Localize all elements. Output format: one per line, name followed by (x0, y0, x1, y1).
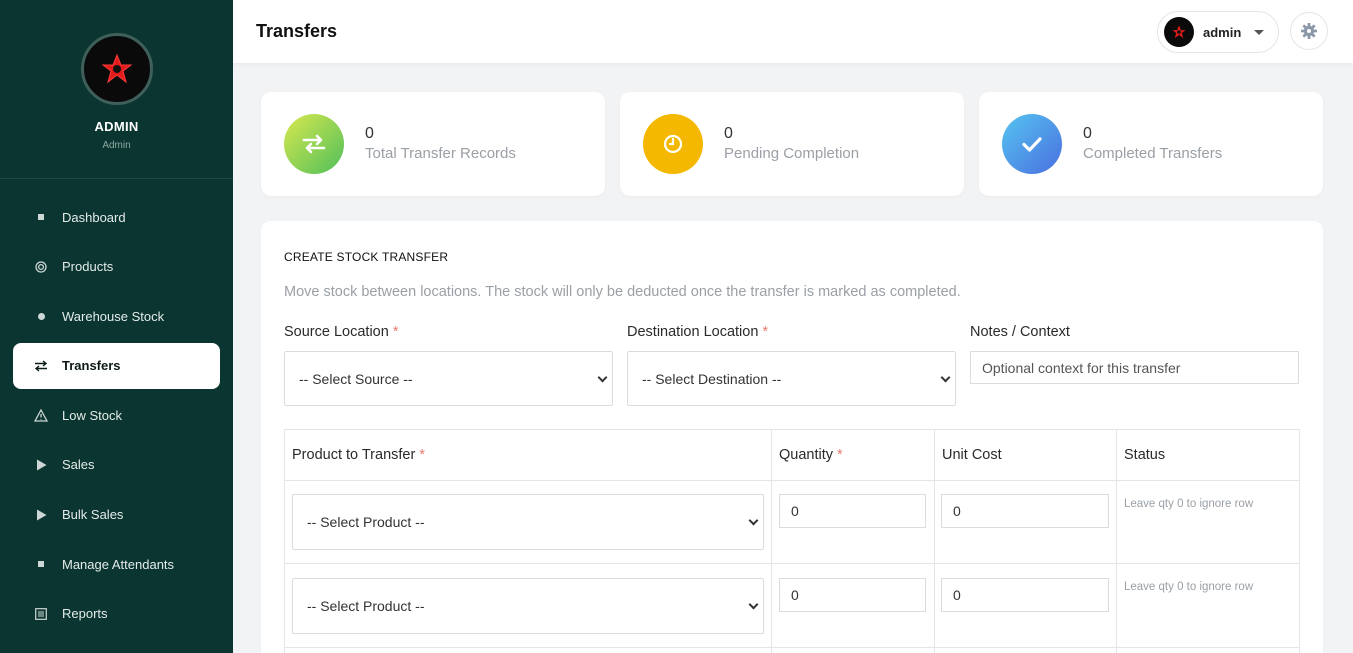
product-select[interactable]: -- Select Product -- (292, 494, 764, 550)
square-dot-icon (34, 561, 48, 568)
chevron-down-icon (597, 372, 608, 382)
target-icon (34, 260, 48, 273)
quantity-cell: 0 (771, 480, 934, 563)
star-logo-icon (1172, 25, 1186, 39)
source-location-label: Source Location * (284, 324, 399, 340)
page-title: Transfers (256, 21, 338, 41)
warning-triangle-icon (34, 408, 48, 422)
sidebar-item-sales[interactable]: Sales (13, 442, 220, 488)
table-row: -- Select Product -- (284, 480, 771, 563)
star-logo-icon (101, 53, 132, 84)
sidebar-item-low-stock[interactable]: Low Stock (13, 392, 220, 438)
table-row (1116, 647, 1300, 653)
table-row (771, 647, 934, 653)
sidebar-item-manage-attendants[interactable]: Manage Attendants (13, 541, 220, 587)
unit-cost-input[interactable]: 0 (941, 494, 1109, 528)
unit-cost-cell: 0 (934, 480, 1116, 563)
username: admin (1203, 24, 1242, 40)
sidebar-item-reports[interactable]: Reports (13, 591, 220, 637)
sidebar-item-label: Manage Attendants (62, 556, 175, 572)
stat-value: 0 (1083, 125, 1092, 142)
table-row: -- Select Product -- (284, 563, 771, 647)
sidebar-item-warehouse-stock[interactable]: Warehouse Stock (13, 293, 220, 339)
unit-cost-input[interactable]: 0 (941, 578, 1109, 612)
swap-arrows-icon (284, 114, 344, 174)
column-header-status: Status (1116, 429, 1300, 480)
chevron-down-icon (748, 599, 759, 610)
settings-button[interactable] (1290, 12, 1328, 50)
create-transfer-form: CREATE STOCK TRANSFER Move stock between… (261, 221, 1323, 653)
sidebar-item-label: Reports (62, 606, 108, 622)
row-status-note: Leave qty 0 to ignore row (1116, 480, 1300, 563)
source-location-select[interactable]: -- Select Source -- (284, 351, 613, 406)
destination-location-select[interactable]: -- Select Destination -- (627, 351, 956, 406)
sidebar-item-label: Warehouse Stock (62, 308, 165, 324)
user-menu-button[interactable]: admin (1157, 11, 1279, 53)
quantity-cell: 0 (771, 563, 934, 647)
profile-role: Admin (102, 140, 131, 151)
sidebar-item-label: Bulk Sales (62, 507, 124, 523)
quantity-input[interactable]: 0 (779, 578, 926, 612)
form-description: Move stock between locations. The stock … (284, 284, 961, 300)
table-row (934, 647, 1116, 653)
profile-name: ADMIN (94, 119, 139, 134)
stat-card-completed: 0 Completed Transfers (979, 92, 1323, 196)
product-select[interactable]: -- Select Product -- (292, 578, 764, 634)
quantity-input[interactable]: 0 (779, 494, 926, 528)
circle-dot-icon (34, 312, 48, 320)
sidebar-item-label: Transfers (62, 358, 121, 374)
sidebar-nav: Dashboard Products Warehouse Stock Trans… (0, 179, 233, 637)
gear-icon (1301, 23, 1317, 39)
sidebar-item-bulk-sales[interactable]: Bulk Sales (13, 492, 220, 538)
destination-location-label: Destination Location * (627, 324, 769, 340)
chevron-down-icon (748, 515, 759, 526)
sidebar-item-dashboard[interactable]: Dashboard (13, 194, 220, 240)
top-header: Transfers admin (233, 0, 1353, 63)
stat-label: Total Transfer Records (365, 145, 516, 162)
sidebar-item-label: Products (62, 259, 114, 275)
unit-cost-cell: 0 (934, 563, 1116, 647)
column-header-unit-cost: Unit Cost (934, 429, 1116, 480)
notes-input[interactable]: Optional context for this transfer (970, 351, 1299, 384)
sidebar-item-label: Low Stock (62, 407, 122, 423)
stat-card-pending: 0 Pending Completion (620, 92, 964, 196)
sidebar-profile: ADMIN Admin (0, 0, 233, 179)
stat-label: Completed Transfers (1083, 145, 1223, 162)
avatar[interactable] (80, 33, 153, 105)
sidebar-item-products[interactable]: Products (13, 244, 220, 290)
clock-icon (643, 114, 703, 174)
chevron-down-icon (940, 372, 951, 382)
play-icon (34, 459, 48, 471)
notes-label: Notes / Context (970, 324, 1070, 340)
stat-value: 0 (365, 125, 374, 142)
square-dot-icon (34, 214, 48, 220)
stat-value: 0 (724, 125, 733, 142)
sidebar-item-label: Dashboard (62, 209, 126, 225)
swap-arrows-icon (34, 360, 48, 372)
stat-label: Pending Completion (724, 145, 860, 162)
form-title: CREATE STOCK TRANSFER (284, 250, 449, 264)
sidebar-item-transfers[interactable]: Transfers (13, 342, 220, 389)
avatar (1164, 17, 1194, 47)
list-icon (34, 607, 48, 620)
column-header-quantity: Quantity * (771, 429, 934, 480)
sidebar: ADMIN Admin Dashboard Products Warehouse… (0, 0, 233, 653)
table-row (284, 647, 771, 653)
stat-card-total-transfers: 0 Total Transfer Records (261, 92, 605, 196)
play-icon (34, 509, 48, 521)
chevron-down-icon (1254, 29, 1265, 35)
check-icon (1002, 114, 1062, 174)
sidebar-item-label: Sales (62, 457, 95, 473)
column-header-product: Product to Transfer * (284, 429, 771, 480)
row-status-note: Leave qty 0 to ignore row (1116, 563, 1300, 647)
